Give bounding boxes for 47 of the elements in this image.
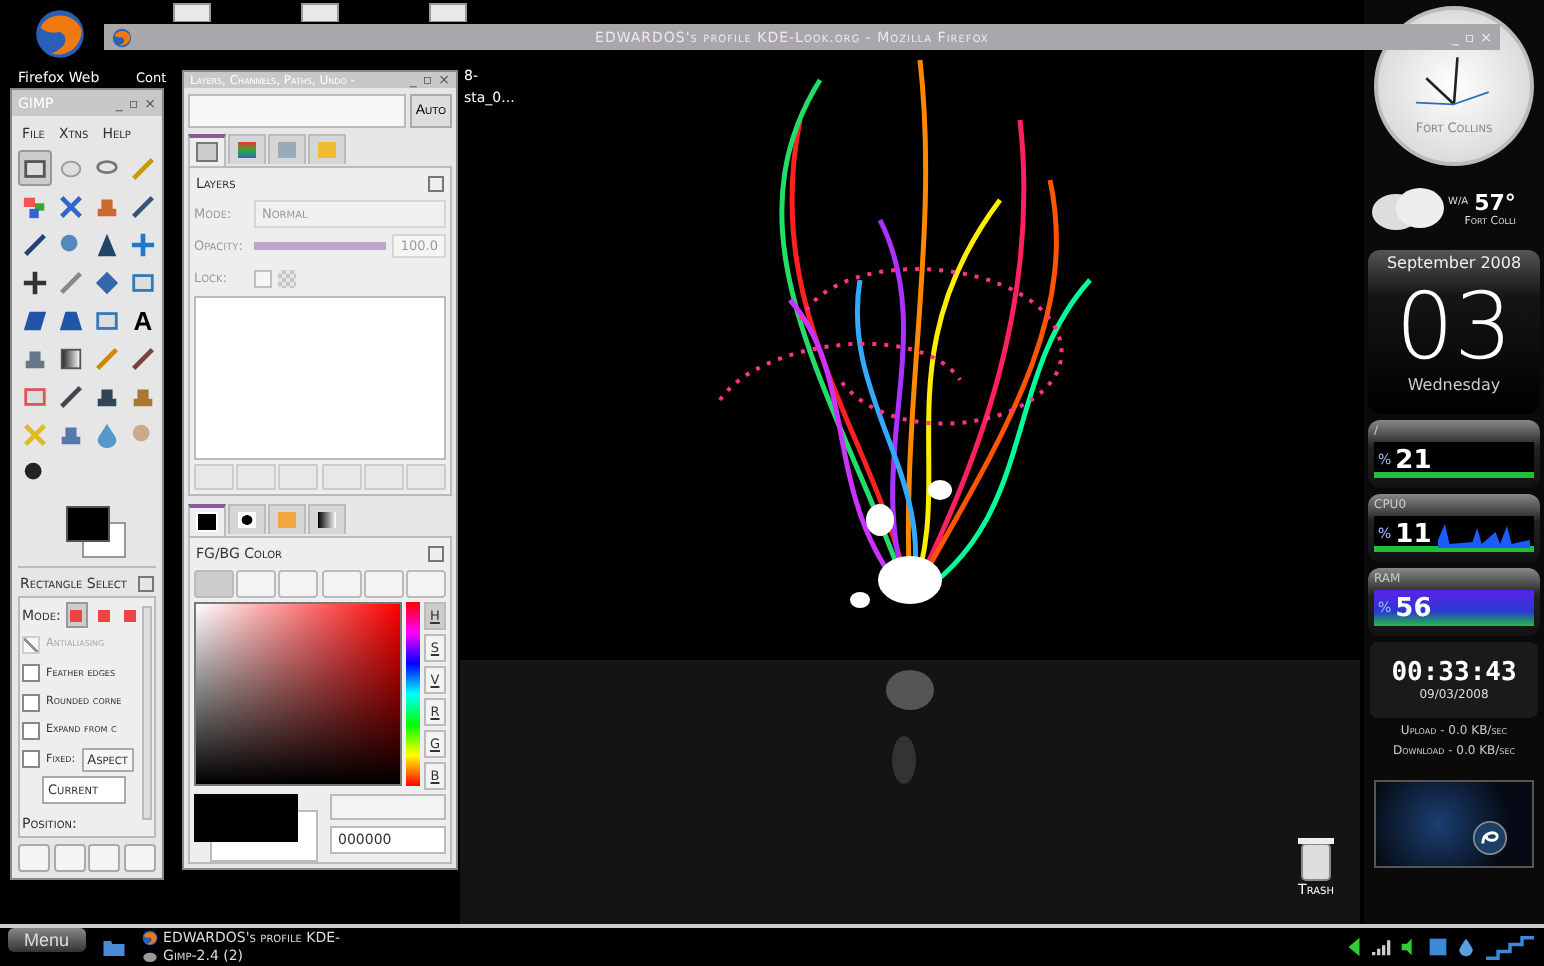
day-number: 03 [1395, 276, 1513, 376]
panel-button[interactable] [18, 844, 50, 872]
dock-tab[interactable] [228, 504, 266, 534]
checkbox[interactable] [22, 750, 40, 769]
hue-strip[interactable] [406, 602, 420, 786]
cloud-icon [1368, 182, 1448, 234]
menu-button[interactable]: Menu [8, 928, 86, 952]
checkbox[interactable] [22, 721, 40, 740]
color-field[interactable] [194, 602, 402, 786]
scrollbar[interactable] [142, 606, 152, 821]
ellipse-icon [58, 155, 84, 181]
meter-value: 56 [1395, 593, 1432, 623]
checker-icon [278, 269, 296, 287]
rectangle-icon [22, 155, 48, 181]
desktop-pager-icon[interactable] [1484, 935, 1536, 959]
tool-button[interactable]: A [126, 302, 160, 338]
trash-can-icon[interactable] [1296, 834, 1336, 882]
month-label: September 2008 [1386, 254, 1522, 272]
color-blocks-icon [22, 193, 48, 219]
dock-tab[interactable] [308, 504, 346, 534]
gradient-icon [58, 345, 84, 371]
dock-tab[interactable] [188, 504, 226, 536]
layer-list[interactable] [194, 296, 446, 460]
uptime-clock: 00:33:43 [1391, 658, 1517, 688]
tool-button[interactable] [18, 150, 52, 186]
globe-fox-icon[interactable] [34, 8, 86, 60]
panel-button[interactable] [123, 844, 156, 872]
square-icon[interactable] [1428, 936, 1448, 958]
opacity-slider[interactable] [254, 242, 387, 250]
folder-icon[interactable] [101, 936, 126, 958]
panel-button[interactable] [53, 844, 86, 872]
weekday-label: Wednesday [1407, 376, 1501, 394]
meter-value: 11 [1395, 519, 1432, 549]
color-swatches-drawing[interactable] [194, 794, 318, 858]
mode-button[interactable] [66, 602, 88, 628]
panel-button[interactable] [88, 844, 121, 872]
droplet-icon[interactable] [1456, 936, 1476, 958]
checkbox[interactable] [22, 693, 40, 712]
signal-icon[interactable] [1372, 936, 1392, 958]
usage-graph-icon [1438, 520, 1530, 548]
droplet-icon [94, 421, 120, 447]
triangle-icon[interactable] [1344, 936, 1364, 958]
globe-fox-icon [141, 930, 158, 946]
globe-fox-icon [112, 27, 132, 47]
meter-value: 21 [1395, 445, 1432, 475]
checkbox[interactable] [22, 664, 40, 683]
temperature: 57° [1474, 189, 1516, 215]
